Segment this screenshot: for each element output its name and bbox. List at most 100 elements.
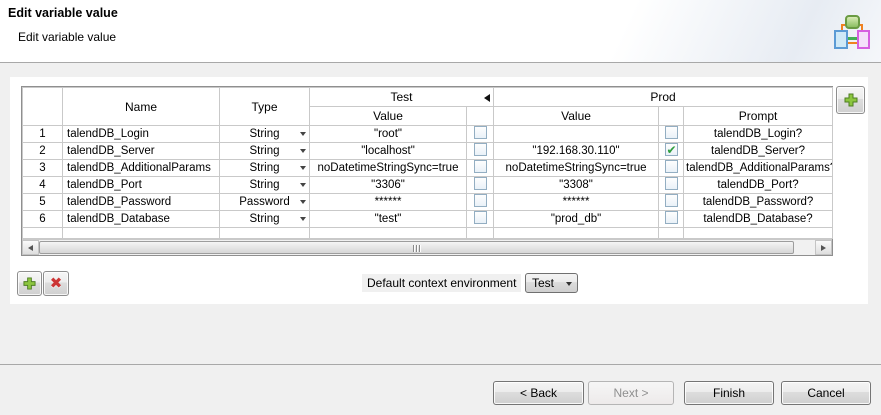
checkbox[interactable] — [665, 211, 678, 224]
checkbox[interactable] — [474, 177, 487, 190]
type-cell[interactable]: Password — [220, 194, 310, 211]
prod-value-cell[interactable]: "192.168.30.110" — [494, 143, 659, 160]
prod-check-cell[interactable] — [659, 194, 684, 211]
test-value-cell[interactable]: "test" — [310, 211, 467, 228]
column-header-rownum — [23, 88, 63, 126]
name-cell[interactable]: talendDB_Database — [63, 211, 220, 228]
test-check-cell[interactable] — [467, 194, 494, 211]
type-cell[interactable]: String — [220, 160, 310, 177]
name-cell[interactable]: talendDB_Port — [63, 177, 220, 194]
prod-check-cell[interactable] — [659, 211, 684, 228]
prod-value-cell[interactable]: noDatetimeStringSync=true — [494, 160, 659, 177]
row-number: 2 — [23, 143, 63, 160]
finish-button[interactable]: Finish — [684, 381, 774, 405]
checkbox[interactable] — [665, 194, 678, 207]
column-header-type: Type — [220, 88, 310, 126]
test-value-cell[interactable]: noDatetimeStringSync=true — [310, 160, 467, 177]
scroll-left-button[interactable] — [22, 240, 39, 255]
test-value-cell[interactable]: "localhost" — [310, 143, 467, 160]
prompt-cell[interactable]: talendDB_Server? — [684, 143, 833, 160]
checkbox[interactable] — [474, 194, 487, 207]
checkbox[interactable] — [474, 126, 487, 139]
chevron-down-icon — [300, 132, 306, 136]
row-number: 4 — [23, 177, 63, 194]
context-icon-magenta-item — [857, 30, 870, 49]
test-value-cell[interactable]: "root" — [310, 126, 467, 143]
hidden-columns-indicator-icon[interactable] — [484, 94, 490, 102]
type-value: String — [249, 128, 279, 140]
prompt-cell[interactable]: talendDB_Password? — [684, 194, 833, 211]
content-panel: Name Type Test Prod Value Value Prompt 1… — [10, 77, 868, 304]
column-header-prod-prompt-check — [659, 107, 684, 126]
plus-icon — [23, 277, 36, 290]
checkbox[interactable] — [665, 143, 678, 156]
test-group-label: Test — [391, 90, 413, 104]
prod-check-cell[interactable] — [659, 126, 684, 143]
test-check-cell[interactable] — [467, 143, 494, 160]
default-context-label: Default context environment — [362, 274, 521, 292]
test-value-cell[interactable]: "3306" — [310, 177, 467, 194]
prompt-cell[interactable]: talendDB_Database? — [684, 211, 833, 228]
add-variable-button[interactable] — [17, 271, 42, 296]
prompt-cell[interactable]: talendDB_Port? — [684, 177, 833, 194]
checkbox[interactable] — [665, 177, 678, 190]
type-cell[interactable]: String — [220, 126, 310, 143]
type-cell[interactable]: String — [220, 211, 310, 228]
context-variables-icon — [834, 13, 872, 51]
checkbox[interactable] — [665, 160, 678, 173]
prod-value-cell[interactable]: "prod_db" — [494, 211, 659, 228]
checkbox[interactable] — [665, 126, 678, 139]
type-value: String — [249, 145, 279, 157]
variables-table: Name Type Test Prod Value Value Prompt 1… — [21, 86, 833, 256]
type-value: Password — [239, 196, 290, 208]
horizontal-scrollbar[interactable] — [22, 239, 832, 255]
chevron-down-icon — [300, 183, 306, 187]
prompt-cell[interactable]: talendDB_AdditionalParams? — [684, 160, 833, 177]
table-row: 3 talendDB_AdditionalParams String noDat… — [23, 160, 833, 177]
name-cell[interactable]: talendDB_Server — [63, 143, 220, 160]
table-row: 4 talendDB_Port String "3306" "3308" tal… — [23, 177, 833, 194]
arrow-left-icon — [28, 245, 33, 251]
chevron-down-icon — [300, 149, 306, 153]
edit-variable-value-dialog: { "banner": { "title": "Edit variable va… — [0, 0, 881, 415]
prod-check-cell[interactable] — [659, 160, 684, 177]
table-row: 6 talendDB_Database String "test" "prod_… — [23, 211, 833, 228]
back-button[interactable]: < Back — [493, 381, 584, 405]
type-cell[interactable]: String — [220, 143, 310, 160]
delete-variable-button[interactable]: ✖ — [43, 271, 69, 296]
banner-separator — [0, 62, 881, 63]
chevron-down-icon — [300, 217, 306, 221]
checkbox[interactable] — [474, 143, 487, 156]
prod-value-cell[interactable]: ****** — [494, 194, 659, 211]
test-check-cell[interactable] — [467, 126, 494, 143]
column-group-prod: Prod — [494, 88, 833, 107]
default-context-value: Test — [532, 276, 554, 290]
name-cell[interactable]: talendDB_AdditionalParams — [63, 160, 220, 177]
column-header-test-prompt-check — [467, 107, 494, 126]
scrollbar-thumb[interactable] — [39, 241, 794, 254]
add-context-button[interactable] — [836, 86, 865, 114]
chevron-down-icon — [300, 200, 306, 204]
default-context-dropdown[interactable]: Test — [525, 273, 578, 293]
context-icon-green-item — [845, 15, 860, 29]
button-bar-separator — [0, 364, 881, 365]
cancel-button[interactable]: Cancel — [781, 381, 871, 405]
scroll-right-button[interactable] — [815, 240, 832, 255]
prod-value-cell[interactable] — [494, 126, 659, 143]
chevron-down-icon — [300, 166, 306, 170]
checkbox[interactable] — [474, 211, 487, 224]
prod-check-cell[interactable] — [659, 143, 684, 160]
row-number: 1 — [23, 126, 63, 143]
prompt-cell[interactable]: talendDB_Login? — [684, 126, 833, 143]
test-check-cell[interactable] — [467, 177, 494, 194]
test-check-cell[interactable] — [467, 211, 494, 228]
arrow-right-icon — [821, 245, 826, 251]
name-cell[interactable]: talendDB_Login — [63, 126, 220, 143]
test-value-cell[interactable]: ****** — [310, 194, 467, 211]
prod-value-cell[interactable]: "3308" — [494, 177, 659, 194]
prod-check-cell[interactable] — [659, 177, 684, 194]
type-cell[interactable]: String — [220, 177, 310, 194]
checkbox[interactable] — [474, 160, 487, 173]
name-cell[interactable]: talendDB_Password — [63, 194, 220, 211]
test-check-cell[interactable] — [467, 160, 494, 177]
